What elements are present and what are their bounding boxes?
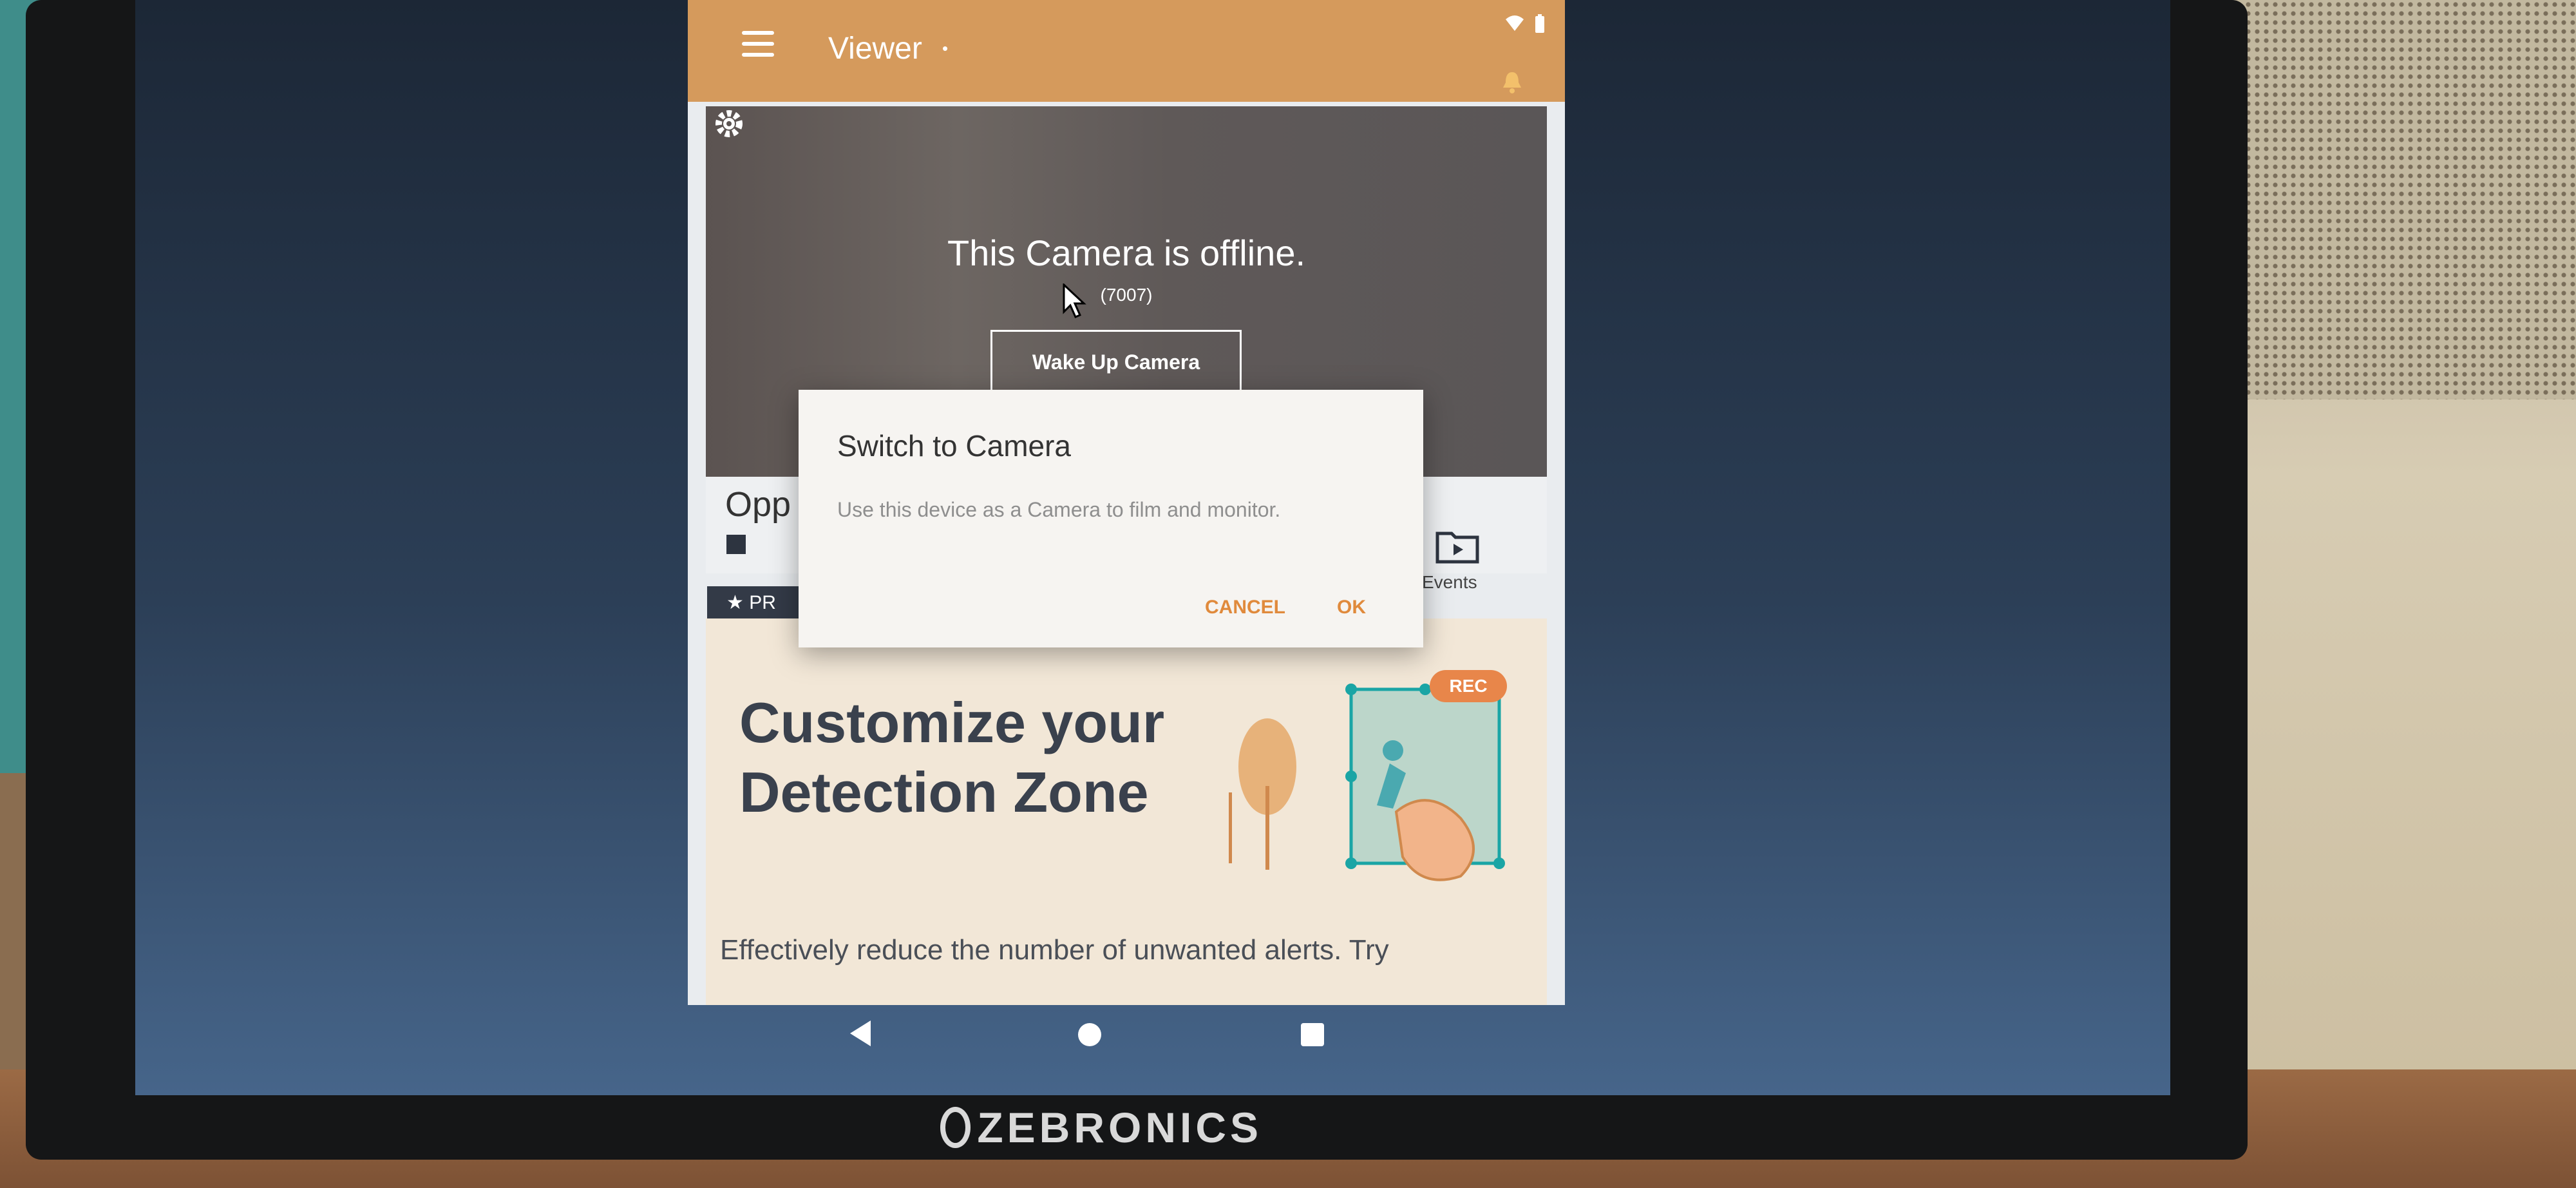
gear-icon[interactable]: [712, 107, 746, 140]
dialog-title: Switch to Camera: [837, 429, 1072, 463]
bell-icon[interactable]: [1499, 70, 1525, 95]
detection-zone-illustration-icon: REC: [1229, 670, 1507, 881]
camera-name[interactable]: Opp: [725, 484, 791, 524]
wake-up-camera-button[interactable]: Wake Up Camera: [990, 330, 1242, 394]
promo-title-line2: Detection Zone: [739, 760, 1149, 824]
cancel-button[interactable]: CANCEL: [1201, 596, 1289, 619]
app-bar: Viewer •: [688, 0, 1565, 102]
battery-icon: [1535, 14, 1544, 33]
home-icon[interactable]: [1078, 1023, 1101, 1046]
dialog-message: Use this device as a Camera to film and …: [837, 498, 1281, 521]
offline-code: (7007): [1100, 285, 1153, 305]
events-folder-icon[interactable]: [1435, 528, 1480, 564]
menu-icon[interactable]: [742, 31, 774, 57]
switch-to-camera-dialog: Switch to Camera Use this device as a Ca…: [799, 390, 1423, 647]
wifi-icon: [1506, 15, 1524, 31]
dropdown-caret-icon[interactable]: •: [942, 39, 948, 59]
signal-icon: [726, 535, 746, 554]
brand-name: ZEBRONICS: [977, 1104, 1262, 1151]
promo-title-line1: Customize your: [739, 691, 1165, 754]
promo-description: Effectively reduce the number of unwante…: [720, 934, 1389, 966]
background-mesh: [2190, 0, 2576, 399]
events-label[interactable]: Events: [1422, 572, 1477, 593]
status-bar: [1504, 14, 1546, 34]
promo-title: Customize your Detection Zone: [739, 688, 1164, 827]
offline-title: This Camera is offline.: [947, 233, 1306, 273]
recents-icon[interactable]: [1301, 1023, 1324, 1046]
brand-logo-icon: [940, 1107, 971, 1148]
back-icon[interactable]: [848, 1019, 873, 1048]
android-navigation-bar: [688, 1005, 1565, 1069]
app-title[interactable]: Viewer: [828, 31, 922, 66]
monitor-brand: ZEBRONICS: [940, 1098, 1262, 1156]
mouse-cursor-icon: [1063, 283, 1086, 318]
ok-button[interactable]: OK: [1333, 596, 1370, 619]
rec-badge: REC: [1449, 676, 1487, 696]
